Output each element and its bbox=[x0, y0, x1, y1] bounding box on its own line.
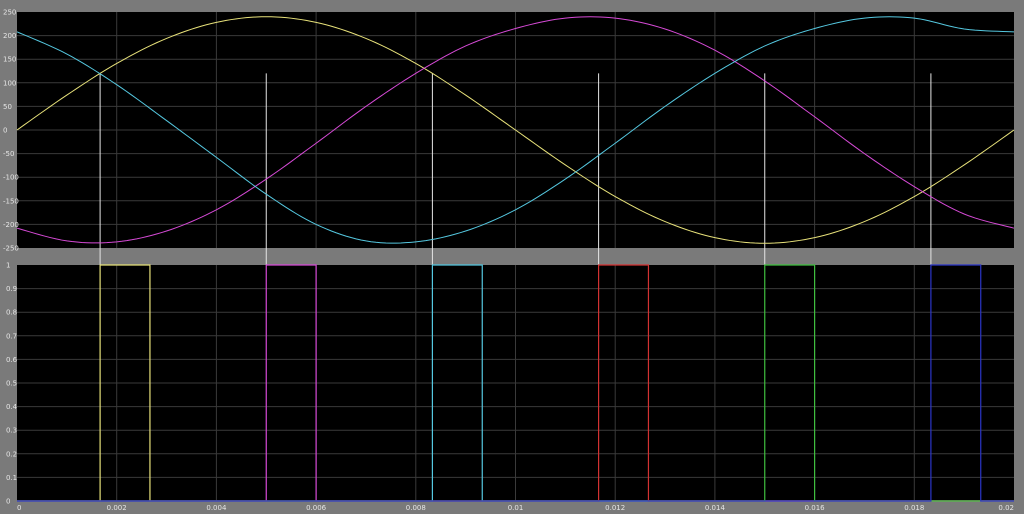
bottom-y-tick-label: 0.2 bbox=[6, 450, 17, 458]
top-y-tick-label: -200 bbox=[3, 221, 19, 229]
x-tick-label: 0.016 bbox=[805, 504, 826, 512]
top-y-tick-label: 50 bbox=[3, 103, 12, 111]
top-y-tick-label: 150 bbox=[3, 56, 16, 64]
bottom-y-tick-label: 0.1 bbox=[6, 474, 17, 482]
x-tick-label: 0 bbox=[17, 504, 21, 512]
bottom-y-tick-label: 0.3 bbox=[6, 427, 17, 435]
top-y-tick-label: 250 bbox=[3, 9, 16, 17]
x-tick-label: 0.02 bbox=[998, 504, 1014, 512]
bottom-y-tick-label: 0.6 bbox=[6, 356, 18, 364]
scope-display: 250 200 150 100 50 0 -50 -100 -150 -200 -250 1 0.9 0.… bbox=[3, 9, 1015, 512]
x-tick-label: 0.006 bbox=[306, 504, 327, 512]
x-tick-label: 0.018 bbox=[904, 504, 924, 512]
bottom-y-tick-label: 1 bbox=[6, 262, 10, 270]
top-y-tick-label: -250 bbox=[3, 245, 19, 253]
top-y-tick-label: 100 bbox=[3, 79, 16, 87]
top-y-tick-label: 200 bbox=[3, 32, 16, 40]
bottom-y-tick-label: 0 bbox=[6, 498, 10, 506]
bottom-y-tick-label: 0.4 bbox=[6, 403, 18, 411]
bottom-y-tick-label: 0.5 bbox=[6, 380, 17, 388]
x-tick-label: 0.014 bbox=[705, 504, 726, 512]
top-y-tick-label: 0 bbox=[3, 127, 7, 135]
top-y-tick-label: -150 bbox=[3, 197, 19, 205]
x-tick-label: 0.012 bbox=[605, 504, 625, 512]
x-tick-label: 0.01 bbox=[508, 504, 524, 512]
top-y-tick-label: -100 bbox=[3, 174, 19, 182]
x-tick-label: 0.004 bbox=[206, 504, 227, 512]
bottom-y-tick-label: 0.9 bbox=[6, 285, 17, 293]
x-tick-label: 0.002 bbox=[107, 504, 127, 512]
bottom-y-tick-label: 0.7 bbox=[6, 332, 17, 340]
top-y-tick-label: -50 bbox=[3, 150, 14, 158]
x-tick-label: 0.008 bbox=[406, 504, 426, 512]
bottom-y-tick-label: 0.8 bbox=[6, 309, 17, 317]
